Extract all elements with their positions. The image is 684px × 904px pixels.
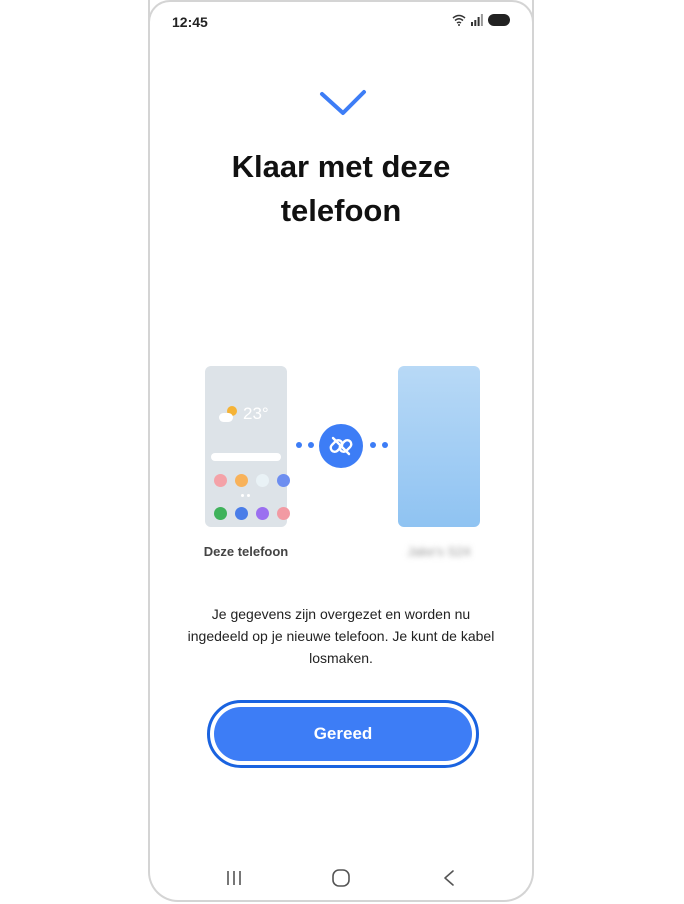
phone-screen: 12:45 Klaar met deze telefoon 23° Deze t… xyxy=(148,0,534,902)
recent-apps-icon[interactable] xyxy=(225,870,243,886)
app-icon xyxy=(277,474,290,487)
app-icon xyxy=(235,507,248,520)
old-phone-label: Deze telefoon xyxy=(203,544,289,559)
back-icon[interactable] xyxy=(442,869,456,887)
old-phone-illustration: 23° xyxy=(205,366,290,527)
app-row-1 xyxy=(214,474,290,487)
signal-icon xyxy=(471,14,483,26)
connection-dots-right xyxy=(370,442,388,448)
app-icon xyxy=(214,507,227,520)
unlink-badge xyxy=(319,424,363,468)
app-icon xyxy=(256,507,269,520)
search-bar-illustration xyxy=(211,453,281,461)
navigation-bar xyxy=(150,866,532,892)
app-row-2 xyxy=(214,507,290,520)
checkmark-icon xyxy=(320,90,366,115)
status-icons xyxy=(452,14,510,26)
app-icon xyxy=(235,474,248,487)
new-phone-label: Jake's S24 xyxy=(407,544,471,559)
done-button-focus-ring: Gereed xyxy=(207,700,479,768)
page-indicator xyxy=(241,494,250,497)
page-title: Klaar met deze telefoon xyxy=(231,149,451,228)
wifi-icon xyxy=(452,14,466,26)
app-icon xyxy=(214,474,227,487)
weather-widget: 23° xyxy=(219,404,269,424)
home-icon[interactable] xyxy=(331,869,351,887)
weather-icon xyxy=(219,406,237,422)
app-icon xyxy=(277,507,290,520)
unlink-icon xyxy=(329,436,353,456)
status-bar: 12:45 xyxy=(150,8,532,32)
connection-dots-left xyxy=(296,442,314,448)
app-icon xyxy=(256,474,269,487)
new-phone-illustration xyxy=(398,366,480,527)
done-button[interactable]: Gereed xyxy=(214,707,472,761)
status-time: 12:45 xyxy=(172,14,208,30)
weather-temperature: 23° xyxy=(243,404,269,423)
transfer-illustration: 23° Deze telefoon Jake's S24 xyxy=(150,366,532,566)
transfer-description: Je gegevens zijn overgezet en worden nu … xyxy=(187,606,495,666)
battery-icon xyxy=(488,14,510,26)
